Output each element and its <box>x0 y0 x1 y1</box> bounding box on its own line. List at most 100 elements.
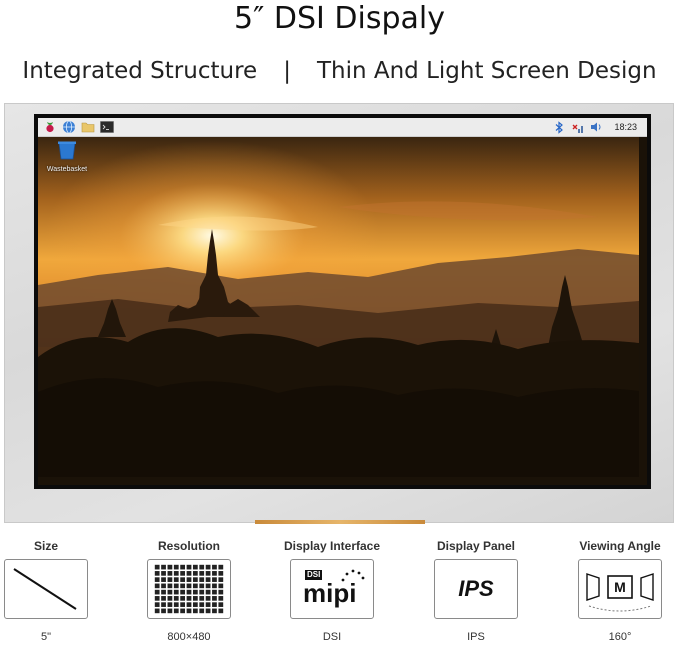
pixel-cell <box>161 596 166 601</box>
pixel-cell <box>167 602 173 607</box>
pixel-cell <box>205 608 211 614</box>
pixel-cell <box>167 608 173 614</box>
spec-resolution: Resolution 800×480 <box>134 537 244 644</box>
pixel-cell <box>173 564 179 570</box>
pixel-cell <box>212 571 217 576</box>
volume-icon[interactable] <box>589 120 604 135</box>
sunset-wallpaper <box>38 137 639 477</box>
pixel-cell <box>154 583 160 589</box>
mipi-dsi-logo: DSI mipi <box>290 559 374 619</box>
pixel-cell <box>212 608 217 614</box>
bluetooth-icon[interactable] <box>551 120 566 135</box>
spec-title: Viewing Angle <box>579 539 661 553</box>
pixel-cell <box>173 583 179 589</box>
pixel-cell <box>154 596 160 601</box>
pixel-cell <box>212 589 217 595</box>
pixel-cell <box>186 564 192 570</box>
subtitle-separator: | <box>283 58 291 84</box>
trash-icon <box>58 141 76 160</box>
spec-title: Resolution <box>158 539 220 553</box>
pixel-cell <box>192 571 198 576</box>
pixel-cell <box>186 608 192 614</box>
pixel-cell <box>205 602 211 607</box>
pixel-cell <box>199 602 205 607</box>
pixel-cell <box>218 608 224 614</box>
pixel-cell <box>173 589 179 595</box>
pixel-cell <box>186 602 192 607</box>
spec-viewing-angle: Viewing Angle M 160° <box>565 537 675 644</box>
pixel-cell <box>205 596 211 601</box>
pixel-cell <box>192 608 198 614</box>
pixel-cell <box>199 577 205 582</box>
pixel-cell <box>161 589 166 595</box>
taskbar-clock[interactable]: 18:23 <box>614 122 637 132</box>
desktop-trash[interactable]: Wastebasket <box>46 140 88 173</box>
spec-value: 5" <box>40 631 52 643</box>
subtitle-left: Integrated Structure <box>22 58 258 84</box>
display-device: 18:23 Wastebasket <box>4 103 674 524</box>
pixel-cell <box>173 577 179 582</box>
pixel-cell <box>173 602 179 607</box>
pixel-cell <box>205 564 211 570</box>
ips-logo-text: IPS <box>458 576 494 601</box>
pixel-grid-icon <box>147 559 231 619</box>
page-title: 5″ DSI Dispaly <box>234 1 445 36</box>
network-disconnected-icon[interactable] <box>570 120 585 135</box>
pixel-cell <box>218 577 224 582</box>
display-screen: 18:23 Wastebasket <box>34 114 651 489</box>
pixel-cell <box>205 577 211 582</box>
pixel-cell <box>173 571 179 576</box>
spec-title: Display Panel <box>436 539 516 553</box>
spec-display-interface: Display Interface DSI mipi DSI <box>277 537 387 644</box>
pixel-cell <box>199 583 205 589</box>
spec-value: DSI <box>322 631 342 643</box>
fpc-strip <box>255 520 425 524</box>
pixel-cell <box>205 589 211 595</box>
pixel-cell <box>218 571 224 576</box>
spec-size: Size 5" <box>0 537 101 644</box>
pixel-cell <box>154 564 160 570</box>
subtitle-right: Thin And Light Screen Design <box>316 58 657 84</box>
spec-title: Size <box>33 539 58 553</box>
pixel-cell <box>180 602 186 607</box>
pixel-cell <box>180 596 186 601</box>
pixel-cell <box>180 564 186 570</box>
pixel-cell <box>199 596 205 601</box>
pixel-cell <box>154 589 160 595</box>
pixel-cell <box>205 583 211 589</box>
diagonal-size-icon <box>4 559 88 619</box>
pixel-cell <box>212 577 217 582</box>
pixel-cell <box>161 602 166 607</box>
pixel-cell <box>218 564 224 570</box>
pixel-cell <box>192 564 198 570</box>
pixel-cell <box>180 608 186 614</box>
pixel-cell <box>167 596 173 601</box>
pixel-cell <box>167 571 173 576</box>
pixel-cell <box>212 596 217 601</box>
pixel-cell <box>154 602 160 607</box>
pixel-cell <box>212 564 217 570</box>
globe-icon[interactable] <box>61 120 76 135</box>
pixel-cell <box>161 577 166 582</box>
pixel-cell <box>218 602 224 607</box>
pixel-cell <box>180 589 186 595</box>
pixel-cell <box>192 602 198 607</box>
pixel-cell <box>167 589 173 595</box>
taskbar: 18:23 <box>38 118 647 137</box>
pixel-cell <box>167 564 173 570</box>
viewing-angle-m: M <box>614 579 626 595</box>
pixel-cell <box>199 589 205 595</box>
pixel-cell <box>186 589 192 595</box>
pixel-cell <box>218 583 224 589</box>
folder-icon[interactable] <box>80 120 95 135</box>
pixel-cell <box>199 571 205 576</box>
pixel-cell <box>218 596 224 601</box>
spec-value: 160° <box>608 631 632 643</box>
raspberry-icon[interactable] <box>42 120 57 135</box>
viewing-angle-icon: M <box>578 559 662 619</box>
pixel-cell <box>167 577 173 582</box>
terminal-icon[interactable] <box>99 120 114 135</box>
desktop: 18:23 Wastebasket <box>38 118 647 485</box>
pixel-cell <box>180 577 186 582</box>
spec-title: Display Interface <box>283 539 381 553</box>
